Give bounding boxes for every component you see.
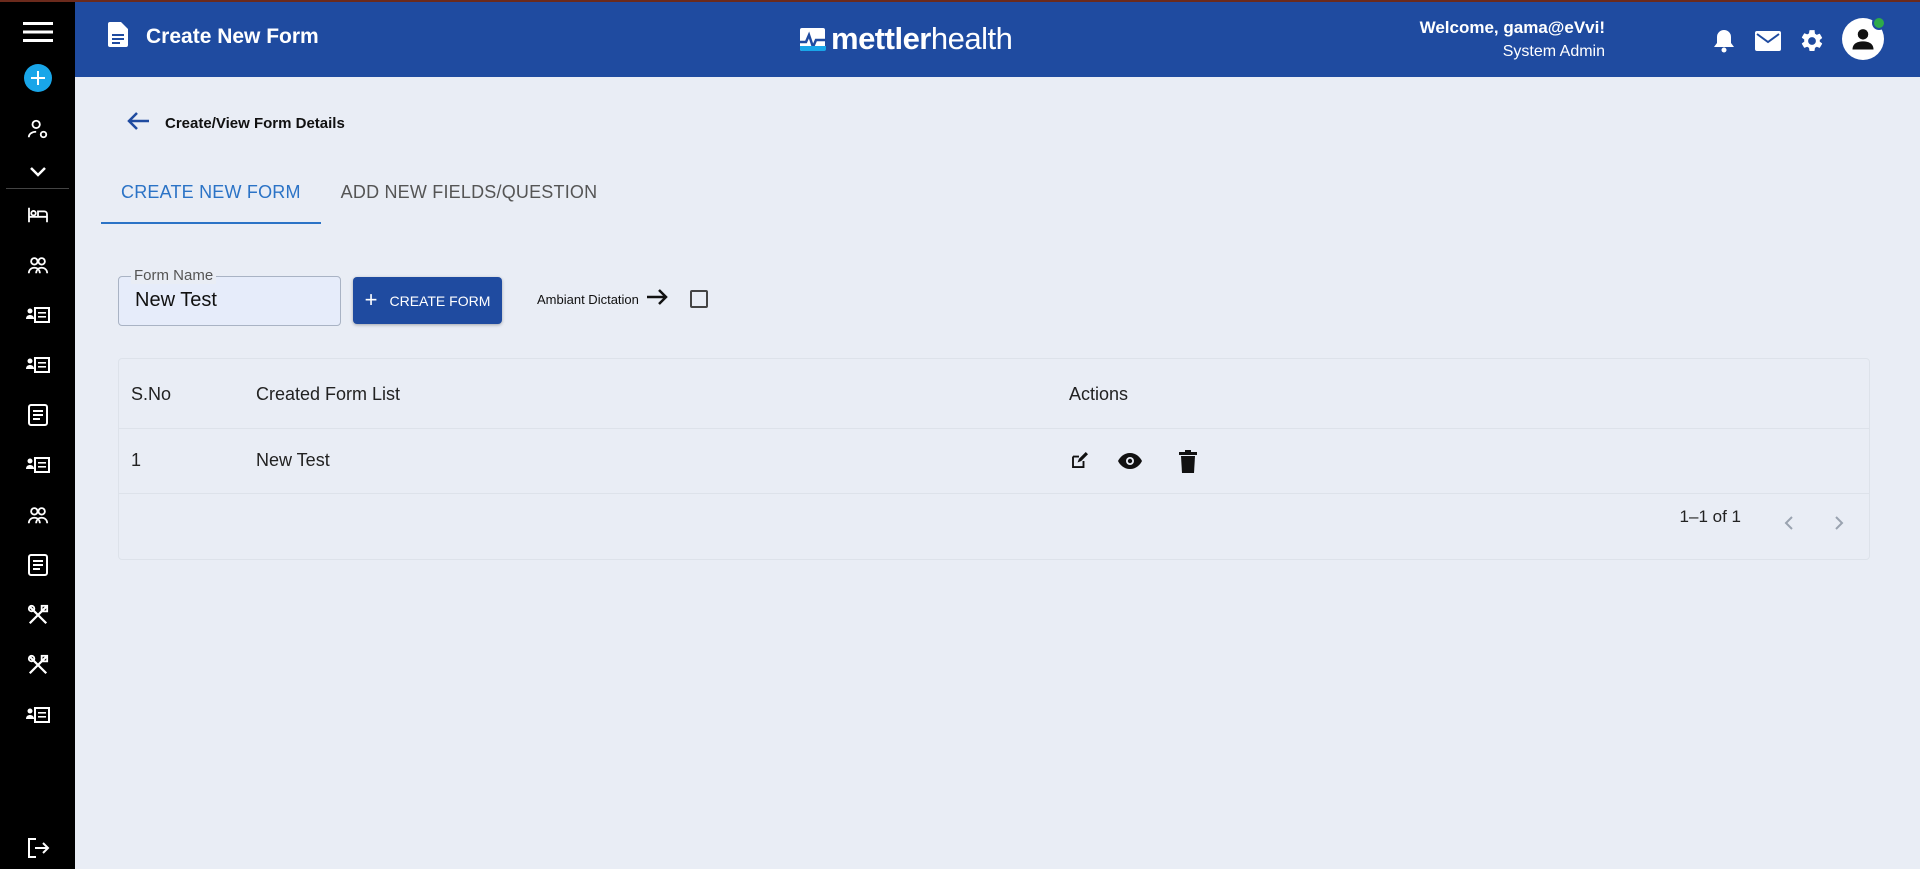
form-name-label: Form Name [131, 267, 217, 284]
tab-bar: CREATE NEW FORM ADD NEW FIELDS/QUESTION [101, 170, 617, 224]
logout-icon[interactable] [0, 828, 75, 868]
view-icon[interactable] [1118, 453, 1142, 474]
logo-text-bold: mettler [831, 21, 931, 56]
ambiant-dictation-label: Ambiant Dictation [537, 292, 639, 307]
column-header-actions: Actions [1069, 384, 1129, 404]
online-status-dot [1872, 16, 1886, 30]
document-icon[interactable] [0, 395, 75, 435]
account-avatar[interactable] [1842, 16, 1886, 60]
user-role: System Admin [1502, 43, 1605, 60]
welcome-text: Welcome, gama@eVvi! [1419, 18, 1605, 37]
tools-icon[interactable] [0, 595, 75, 635]
create-form-button[interactable]: + CREATE FORM [353, 277, 502, 324]
bed-icon[interactable] [0, 195, 75, 235]
form-name-field: Form Name [118, 267, 341, 326]
pagination-range: 1–1 of 1 [1679, 507, 1741, 526]
add-icon [23, 64, 52, 92]
id-card-icon[interactable] [0, 295, 75, 335]
row-divider [119, 493, 1869, 494]
chevron-right-icon[interactable] [1834, 515, 1844, 536]
create-form-label: CREATE FORM [389, 292, 491, 309]
delete-icon[interactable] [1179, 450, 1197, 478]
document-icon [108, 22, 128, 52]
sidebar-divider [6, 188, 69, 189]
forms-table: S.No Created Form List Actions 1 New Tes… [118, 358, 1870, 560]
breadcrumb: Create/View Form Details [127, 111, 345, 136]
document-icon[interactable] [0, 545, 75, 585]
breadcrumb-label: Create/View Form Details [165, 115, 345, 132]
group-icon[interactable] [0, 245, 75, 285]
add-button[interactable] [0, 58, 75, 98]
logo-text-light: health [930, 21, 1013, 56]
menu-icon[interactable] [0, 12, 75, 52]
page-title: Create New Form [146, 25, 319, 48]
chevron-down-icon[interactable] [0, 152, 75, 192]
sidebar [0, 0, 75, 869]
tab-create-new-form[interactable]: CREATE NEW FORM [101, 170, 321, 224]
brand-logo: mettlerhealth [799, 21, 1013, 57]
mail-icon[interactable] [1755, 31, 1781, 56]
group-icon[interactable] [0, 495, 75, 535]
bell-icon[interactable] [1713, 28, 1735, 58]
header-title-group: Create New Form [108, 22, 319, 52]
welcome-block: Welcome, gama@eVvi! System Admin [1420, 18, 1605, 61]
tab-add-new-fields[interactable]: ADD NEW FIELDS/QUESTION [321, 170, 618, 224]
id-card-icon[interactable] [0, 695, 75, 735]
ambiant-dictation: Ambiant Dictation [537, 287, 669, 312]
column-header-sno: S.No [131, 384, 172, 404]
column-header-form-list: Created Form List [256, 384, 401, 404]
edit-icon[interactable] [1070, 452, 1088, 475]
row-form-name: New Test [256, 450, 330, 470]
logo-mark-icon [800, 27, 826, 51]
form-name-input[interactable] [135, 289, 330, 312]
back-arrow-icon[interactable] [127, 111, 151, 136]
top-header: Create New Form mettlerhealth Welcome, g… [75, 0, 1920, 77]
account-icon [1852, 29, 1874, 50]
id-card-icon[interactable] [0, 345, 75, 385]
plus-icon: + [364, 286, 378, 312]
chevron-left-icon[interactable] [1784, 515, 1794, 536]
ambiant-dictation-checkbox[interactable] [690, 290, 708, 308]
gear-icon[interactable] [1799, 28, 1825, 59]
tools-icon[interactable] [0, 645, 75, 685]
arrow-right-icon [645, 287, 669, 312]
header-divider [119, 428, 1869, 429]
row-sno: 1 [131, 450, 142, 470]
user-settings-icon[interactable] [0, 109, 75, 149]
id-card-icon[interactable] [0, 445, 75, 485]
